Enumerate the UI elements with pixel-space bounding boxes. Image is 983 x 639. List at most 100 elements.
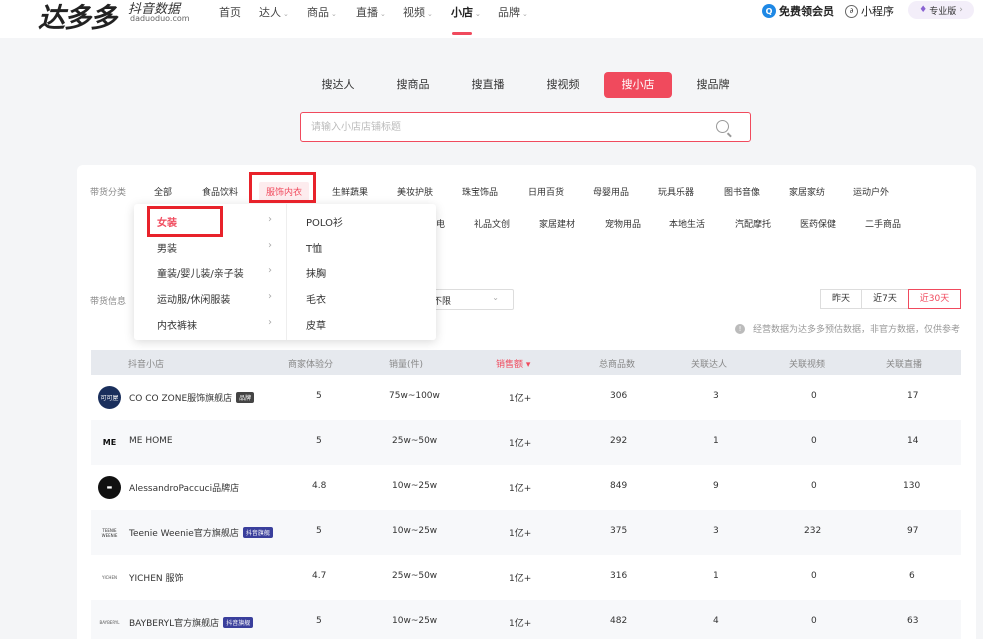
chevron-down-icon: ⌄ (380, 10, 386, 18)
dropdown-subitem-sweater[interactable]: 毛衣 (306, 291, 326, 306)
cell-sales: 75w~100w (389, 391, 440, 401)
free-membership-link[interactable]: Q 免费领会员 (762, 3, 834, 19)
cell-score: 4.8 (312, 481, 327, 491)
cell-lives: 63 (907, 616, 919, 626)
info-icon: ! (735, 323, 745, 334)
top-navigation: 达多多 抖音数据 daduoduo.com 首页 达人 ⌄ 商品 ⌄ 直播 ⌄ 视频 ⌄… (0, 0, 983, 38)
table-header: 抖音小店 商家体验分 销量(件) 销售额 ▾ 总商品数 关联达人 关联视频 关联… (91, 350, 961, 375)
mini-program-link[interactable]: ∂ 小程序 (845, 3, 894, 19)
tab-search-creators[interactable]: 搜达人 (315, 72, 361, 98)
dropdown-subitem-polo[interactable]: POLO衫 (306, 214, 343, 229)
cell-lives: 130 (903, 481, 921, 491)
category-toys[interactable]: 玩具乐器 (658, 185, 694, 198)
search-icon[interactable] (716, 120, 729, 133)
data-disclaimer: ! 经营数据为达多多预估数据，非官方数据，仅供参考 (735, 322, 960, 335)
chevron-right-icon: › (268, 240, 272, 251)
category-books[interactable]: 图书音像 (724, 185, 760, 198)
diamond-icon: ♦ (919, 5, 928, 15)
cell-creators: 1 (713, 436, 719, 446)
pro-version-button[interactable]: ♦ 专业版 › (908, 1, 974, 19)
shop-name[interactable]: AlessandroPaccuci品牌店 (129, 481, 239, 494)
category-jewelry[interactable]: 珠宝饰品 (462, 185, 498, 198)
chevron-down-icon: ⌄ (492, 293, 499, 302)
range-7-days[interactable]: 近7天 (861, 289, 909, 309)
column-header-creators[interactable]: 关联达人 (691, 357, 727, 370)
shop-avatar: 可可屋 (98, 386, 121, 409)
column-header-sales[interactable]: 销量(件) (389, 357, 423, 370)
category-beauty[interactable]: 美妆护肤 (397, 185, 433, 198)
nav-item-live[interactable]: 直播 ⌄ (356, 4, 386, 20)
category-baby[interactable]: 母婴用品 (593, 185, 629, 198)
dropdown-subitem-fur[interactable]: 皮草 (306, 317, 326, 332)
shop-name[interactable]: ME HOME (129, 436, 173, 446)
category-secondhand[interactable]: 二手商品 (865, 217, 901, 230)
shop-name[interactable]: BAYBERYL官方旗舰店 抖音旗舰 (129, 616, 254, 629)
chevron-down-icon: ⌄ (331, 10, 337, 18)
tab-search-brands[interactable]: 搜品牌 (690, 72, 736, 98)
category-home[interactable]: 家居家纺 (789, 185, 825, 198)
cell-lives: 6 (909, 571, 915, 581)
tab-search-products[interactable]: 搜商品 (390, 72, 436, 98)
shop-name[interactable]: YICHEN 服饰 (129, 571, 183, 584)
search-badge-icon: Q (762, 4, 776, 18)
dropdown-item-underwear[interactable]: 内衣裤袜 (157, 317, 197, 332)
column-header-revenue[interactable]: 销售额 ▾ (496, 357, 530, 370)
cell-lives: 97 (907, 526, 919, 536)
cell-videos: 232 (804, 526, 822, 536)
search-input[interactable] (311, 119, 691, 135)
category-all[interactable]: 全部 (154, 185, 172, 198)
shop-name[interactable]: CO CO ZONE服饰旗舰店 品牌 (129, 391, 255, 404)
cell-score: 4.7 (312, 571, 327, 581)
dropdown-subitem-tshirt[interactable]: T恤 (306, 240, 322, 255)
highlight-box-womenswear (147, 206, 223, 237)
table-row[interactable]: TEENIE WEENIE Teenie Weenie官方旗舰店 抖音旗舰 5 1… (91, 510, 961, 555)
table-row[interactable]: ME ME HOME 5 25w~50w 1亿+ 292 1 0 14 (91, 420, 961, 465)
nav-item-shops[interactable]: 小店 ⌄ (451, 4, 481, 20)
column-header-lives[interactable]: 关联直播 (886, 357, 922, 370)
chevron-down-icon: ⌄ (283, 10, 289, 18)
nav-item-home[interactable]: 首页 (219, 4, 241, 20)
cell-score: 5 (316, 526, 322, 536)
cell-sales: 25w~50w (392, 436, 438, 446)
category-fresh[interactable]: 生鲜蔬果 (332, 185, 368, 198)
column-header-products[interactable]: 总商品数 (599, 357, 635, 370)
dropdown-subitem-tube-top[interactable]: 抹胸 (306, 265, 326, 280)
cell-sales: 10w~25w (392, 526, 438, 536)
table-row[interactable]: 可可屋 CO CO ZONE服饰旗舰店 品牌 5 75w~100w 1亿+ 306… (91, 375, 961, 420)
cell-score: 5 (316, 391, 322, 401)
dropdown-item-sportswear[interactable]: 运动服/休闲服装 (157, 291, 230, 306)
cell-sales: 10w~25w (392, 616, 438, 626)
column-header-score[interactable]: 商家体验分 (288, 357, 333, 370)
nav-item-brands[interactable]: 品牌 ⌄ (498, 4, 528, 20)
category-gifts[interactable]: 礼品文创 (474, 217, 510, 230)
category-building[interactable]: 家居建材 (539, 217, 575, 230)
category-food[interactable]: 食品饮料 (202, 185, 238, 198)
tab-search-live[interactable]: 搜直播 (465, 72, 511, 98)
shop-avatar: YICHEN (102, 575, 117, 580)
dropdown-item-menswear[interactable]: 男装 (157, 240, 177, 255)
range-30-days[interactable]: 近30天 (908, 289, 961, 309)
range-yesterday[interactable]: 昨天 (820, 289, 862, 309)
tab-search-videos[interactable]: 搜视频 (540, 72, 586, 98)
shop-name[interactable]: Teenie Weenie官方旗舰店 抖音旗舰 (129, 526, 273, 539)
nav-item-products[interactable]: 商品 ⌄ (307, 4, 337, 20)
category-auto[interactable]: 汽配摩托 (735, 217, 771, 230)
table-row[interactable]: ▬ AlessandroPaccuci品牌店 4.8 10w~25w 1亿+ 8… (91, 465, 961, 510)
shop-avatar: ME (102, 438, 117, 447)
category-daily[interactable]: 日用百货 (528, 185, 564, 198)
table-row[interactable]: YICHEN YICHEN 服饰 4.7 25w~50w 1亿+ 316 1 0… (91, 555, 961, 600)
nav-item-creators[interactable]: 达人 ⌄ (259, 4, 289, 20)
category-electronics-partial[interactable]: 电 (436, 217, 445, 230)
cell-videos: 0 (811, 436, 817, 446)
category-local[interactable]: 本地生活 (669, 217, 705, 230)
tab-search-shops[interactable]: 搜小店 (604, 72, 672, 98)
link-icon: ∂ (845, 4, 858, 18)
logo[interactable]: 达多多 (38, 0, 117, 35)
column-header-videos[interactable]: 关联视频 (789, 357, 825, 370)
category-sports[interactable]: 运动户外 (853, 185, 889, 198)
nav-item-videos[interactable]: 视频 ⌄ (403, 4, 433, 20)
dropdown-item-kidswear[interactable]: 童装/婴儿装/亲子装 (157, 265, 244, 280)
category-pets[interactable]: 宠物用品 (605, 217, 641, 230)
category-medicine[interactable]: 医药保健 (800, 217, 836, 230)
table-row[interactable]: BAYBERYL BAYBERYL官方旗舰店 抖音旗舰 5 10w~25w 1亿+… (91, 600, 961, 639)
